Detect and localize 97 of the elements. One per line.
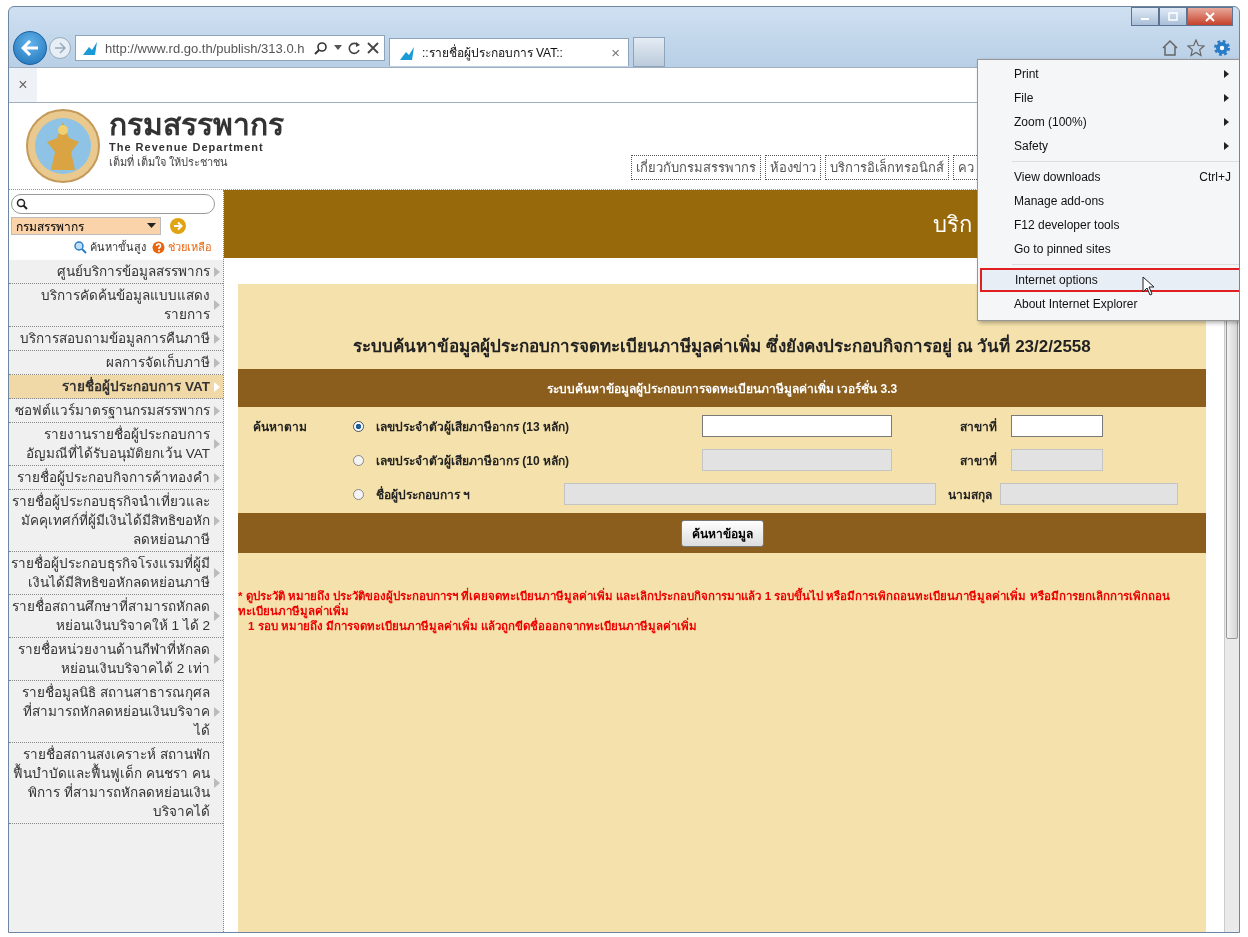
tab-title: ::รายชื่อผู้ประกอบการ VAT::: [422, 43, 564, 62]
site-slogan: เต็มที่ เต็มใจ ให้ประชาชน: [109, 153, 230, 170]
refresh-icon[interactable]: [348, 41, 361, 55]
sidebar-menu-item[interactable]: รายชื่อผู้ประกอบการ VAT: [9, 375, 223, 399]
sidebar-menu-item[interactable]: บริการสอบถามข้อมูลการคืนภาษี: [9, 327, 223, 351]
url-text: http://www.rd.go.th/publish/313.0.h: [105, 40, 306, 56]
maximize-button[interactable]: [1159, 7, 1187, 26]
search-button[interactable]: ค้นหาข้อมูล: [680, 519, 764, 547]
sidebar-menu-item[interactable]: ศูนย์บริการข้อมูลสรรพากร: [9, 260, 223, 284]
expand-arrow-icon: [214, 654, 220, 664]
expand-arrow-icon: [214, 266, 220, 277]
radio-button[interactable]: [353, 454, 364, 466]
field-label: สาขาที่: [960, 451, 997, 470]
expand-arrow-icon: [214, 472, 220, 483]
search-icon: [16, 198, 28, 210]
menu-item[interactable]: Manage add-ons: [980, 189, 1239, 213]
note-text: 1 รอบ หมายถึง มีการจดทะเบียนภาษีมูลค่าเพิ่ม แล้วถูกขีดชื่อออกจากทะเบียนภาษีมูลค่าเพิ่ม: [238, 619, 1206, 634]
site-subtitle: The Revenue Department: [109, 141, 265, 153]
forward-button[interactable]: [49, 37, 71, 59]
banner-text: บริก: [933, 210, 972, 239]
sidebar-menu-item[interactable]: ซอฟต์แวร์มาตรฐานกรมสรรพากร: [9, 399, 223, 423]
mouse-pointer-icon: [1142, 276, 1156, 296]
new-tab-button[interactable]: [633, 37, 665, 67]
menu-item[interactable]: Safety: [980, 134, 1239, 158]
menu-item[interactable]: Go to pinned sites: [980, 237, 1239, 261]
back-button[interactable]: [13, 31, 47, 65]
close-button[interactable]: [1187, 7, 1233, 26]
option-label: เลขประจำตัวผู้เสียภาษีอากร (10 หลัก): [376, 452, 570, 470]
form-title: ระบบค้นหาข้อมูลผู้ประกอบการจดทะเบียนภาษีมูลค่าเพิ่ม ซึ่งยังคงประกอบกิจการอยู่ ณ วันที่ 23/2/2558: [238, 332, 1206, 359]
search-icon[interactable]: [314, 41, 328, 55]
expand-arrow-icon: [214, 300, 220, 310]
site-title: กรมสรรพากร: [109, 109, 284, 141]
expand-arrow-icon: [214, 515, 220, 526]
scope-dropdown[interactable]: กรมสรรพากร: [11, 217, 161, 235]
nav-link[interactable]: ห้องข่าว: [765, 155, 821, 180]
maximize-icon: [1168, 12, 1178, 21]
expand-arrow-icon: [214, 568, 220, 578]
expand-arrow-icon: [214, 333, 220, 344]
radio-button[interactable]: [353, 420, 364, 432]
input-field[interactable]: [1011, 415, 1103, 437]
star-icon[interactable]: [1187, 39, 1205, 57]
seal-logo-icon: [25, 108, 101, 184]
menu-item[interactable]: Print: [980, 62, 1239, 86]
menu-item[interactable]: F12 developer tools: [980, 213, 1239, 237]
sidebar-menu-item[interactable]: รายชื่อผู้ประกอบธุรกิจโรงแรมที่ผู้มีเงินได้มีสิทธิขอหักลดหย่อนภาษี: [9, 552, 223, 595]
expand-arrow-icon: [214, 611, 220, 621]
close-icon[interactable]: [367, 42, 379, 54]
address-bar[interactable]: http://www.rd.go.th/publish/313.0.h: [75, 35, 385, 61]
sidebar-menu-item[interactable]: รายชื่อสถานสงเคราะห์ สถานพักฟื้นบำบัดและฟื้นฟูเด็ก คนชรา คนพิการ ที่สามารถหักลดหย่อนเงินบริจาคได้: [9, 743, 223, 824]
go-button-icon[interactable]: [169, 217, 187, 235]
menu-item[interactable]: Zoom (100%): [980, 110, 1239, 134]
magnifier-icon: [74, 240, 87, 254]
sidebar-menu-item[interactable]: รายชื่อมูลนิธิ สถานสาธารณกุศล ที่สามารถหักลดหย่อนเงินบริจาคได้: [9, 681, 223, 743]
caret-icon: [147, 223, 156, 229]
option-label: เลขประจำตัวผู้เสียภาษีอากร (13 หลัก): [376, 418, 570, 436]
expand-arrow-icon: [214, 405, 220, 416]
field-label: สาขาที่: [960, 417, 997, 436]
expand-arrow-icon: [214, 439, 220, 449]
submenu-arrow-icon: [1224, 118, 1229, 126]
tab-close-button[interactable]: ×: [611, 44, 620, 61]
sidebar-menu-item[interactable]: รายชื่อผู้ประกอบกิจการค้าทองคำ: [9, 466, 223, 490]
expand-arrow-icon: [214, 381, 220, 392]
close-bar-button[interactable]: ×: [9, 68, 37, 102]
sidebar-menu-item[interactable]: รายชื่อสถานศึกษาที่สามารถหักลดหย่อนเงินบริจาคให้ 1 ได้ 2: [9, 595, 223, 638]
expand-arrow-icon: [214, 706, 220, 717]
submenu-arrow-icon: [1224, 70, 1229, 78]
sidebar-menu-item[interactable]: บริการคัดค้นข้อมูลแบบแสดงรายการ: [9, 284, 223, 327]
submenu-arrow-icon: [1224, 142, 1229, 150]
menu-item[interactable]: View downloads Ctrl+J: [980, 165, 1239, 189]
settings-icon[interactable]: [1213, 39, 1231, 57]
submenu-arrow-icon: [1224, 94, 1229, 102]
expand-arrow-icon: [214, 357, 220, 368]
sidebar-menu-item[interactable]: รายชื่อหน่วยงานด้านกีฬาที่หักลดหย่อนเงินบริจาคได้ 2 เท่า: [9, 638, 223, 681]
sidebar-tool-link[interactable]: ค้นหาขั้นสูง: [90, 238, 146, 256]
nav-link[interactable]: บริการอิเล็กทรอนิกส์: [825, 155, 949, 180]
forward-arrow-icon: [54, 42, 66, 54]
form-header-text: ระบบค้นหาข้อมูลผู้ประกอบการจดทะเบียนภาษีมูลค่าเพิ่ม เวอร์ชั่น 3.3: [546, 379, 898, 398]
shortcut-text: Ctrl+J: [1199, 170, 1231, 184]
radio-button[interactable]: [353, 488, 364, 500]
browser-tab[interactable]: ::รายชื่อผู้ประกอบการ VAT:: ×: [389, 38, 629, 66]
help-icon: [152, 240, 165, 254]
close-icon: [1205, 11, 1215, 22]
nav-link[interactable]: เกี่ยวกับกรมสรรพากร: [631, 155, 761, 180]
search-by-label: ค้นหาตาม: [253, 419, 307, 434]
expand-arrow-icon: [214, 778, 220, 788]
option-label: ชื่อผู้ประกอบการ ฯ: [376, 485, 472, 504]
field-label: นามสกุล: [948, 486, 992, 504]
sidebar-menu-item[interactable]: รายชื่อผู้ประกอบธุรกิจนำเที่ยวและมัคคุเทศก์ที่ผู้มีเงินได้มีสิทธิขอหักลดหย่อนภาษี: [9, 490, 223, 552]
dropdown-icon[interactable]: [334, 45, 342, 51]
sidebar-tool-link[interactable]: ช่วยเหลือ: [168, 238, 212, 256]
menu-item[interactable]: File: [980, 86, 1239, 110]
menu-item[interactable]: About Internet Explorer: [980, 292, 1239, 316]
home-icon[interactable]: [1161, 39, 1179, 57]
back-arrow-icon: [21, 40, 39, 56]
input-field[interactable]: [702, 415, 892, 437]
minimize-button[interactable]: [1131, 7, 1159, 26]
sidebar-menu-item[interactable]: รายงานรายชื่อผู้ประกอบการอัญมณีที่ได้รับอนุมัติยกเว้น VAT: [9, 423, 223, 466]
